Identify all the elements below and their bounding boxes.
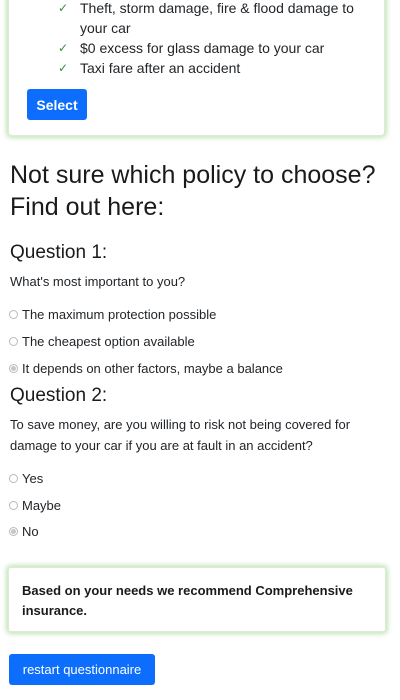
select-policy-button[interactable]: Select: [27, 89, 87, 120]
option-label: Maybe: [22, 497, 62, 513]
q2-option-maybe[interactable]: Maybe: [9, 495, 61, 515]
option-label: It depends on other factors, maybe a bal…: [22, 360, 283, 376]
question-1-text: What's most important to you?: [10, 274, 186, 289]
page: ✓ Theft, storm damage, fire & flood dama…: [0, 0, 400, 700]
q2-option-yes[interactable]: Yes: [9, 468, 43, 488]
option-label: The cheapest option available: [22, 333, 195, 349]
radio-button-selected[interactable]: [9, 363, 18, 373]
option-label: Yes: [22, 470, 44, 486]
policy-feature: ✓ Theft, storm damage, fire & flood dama…: [58, 0, 382, 38]
q1-option-balance[interactable]: It depends on other factors, maybe a bal…: [9, 358, 283, 378]
radio-button[interactable]: [9, 473, 18, 483]
checkmark-icon: ✓: [58, 1, 69, 15]
recommendation-box: Based on your needs we recommend Compreh…: [8, 567, 386, 632]
radio-button[interactable]: [9, 500, 18, 510]
recommendation-text: Based on your needs we recommend Compreh…: [22, 583, 353, 618]
question-2-text: To save money, are you willing to risk n…: [10, 417, 351, 453]
policy-feature-list: ✓ Theft, storm damage, fire & flood dama…: [58, 0, 382, 78]
checkmark-icon: ✓: [58, 41, 69, 55]
question-2-title: Question 2:: [10, 385, 108, 406]
q1-option-maximum-protection[interactable]: The maximum protection possible: [9, 304, 216, 324]
policy-feature-text: Theft, storm damage, fire & flood damage…: [80, 0, 354, 36]
option-label: The maximum protection possible: [22, 306, 217, 322]
q2-option-no[interactable]: No: [9, 521, 39, 541]
radio-button[interactable]: [9, 336, 18, 346]
checkmark-icon: ✓: [58, 61, 69, 75]
radio-button-selected[interactable]: [9, 526, 18, 536]
restart-questionnaire-button[interactable]: restart questionnaire: [9, 654, 155, 685]
question-1-title: Question 1:: [10, 242, 108, 263]
option-label: No: [22, 523, 39, 539]
questionnaire-heading: Not sure which policy to choose? Find ou…: [10, 161, 376, 221]
policy-feature-text: Taxi fare after an accident: [80, 60, 241, 76]
radio-button[interactable]: [9, 309, 18, 319]
policy-feature-text: $0 excess for glass damage to your car: [80, 40, 325, 56]
policy-feature: ✓ $0 excess for glass damage to your car: [58, 38, 382, 58]
q1-option-cheapest[interactable]: The cheapest option available: [9, 331, 195, 351]
policy-feature: ✓ Taxi fare after an accident: [58, 58, 382, 78]
